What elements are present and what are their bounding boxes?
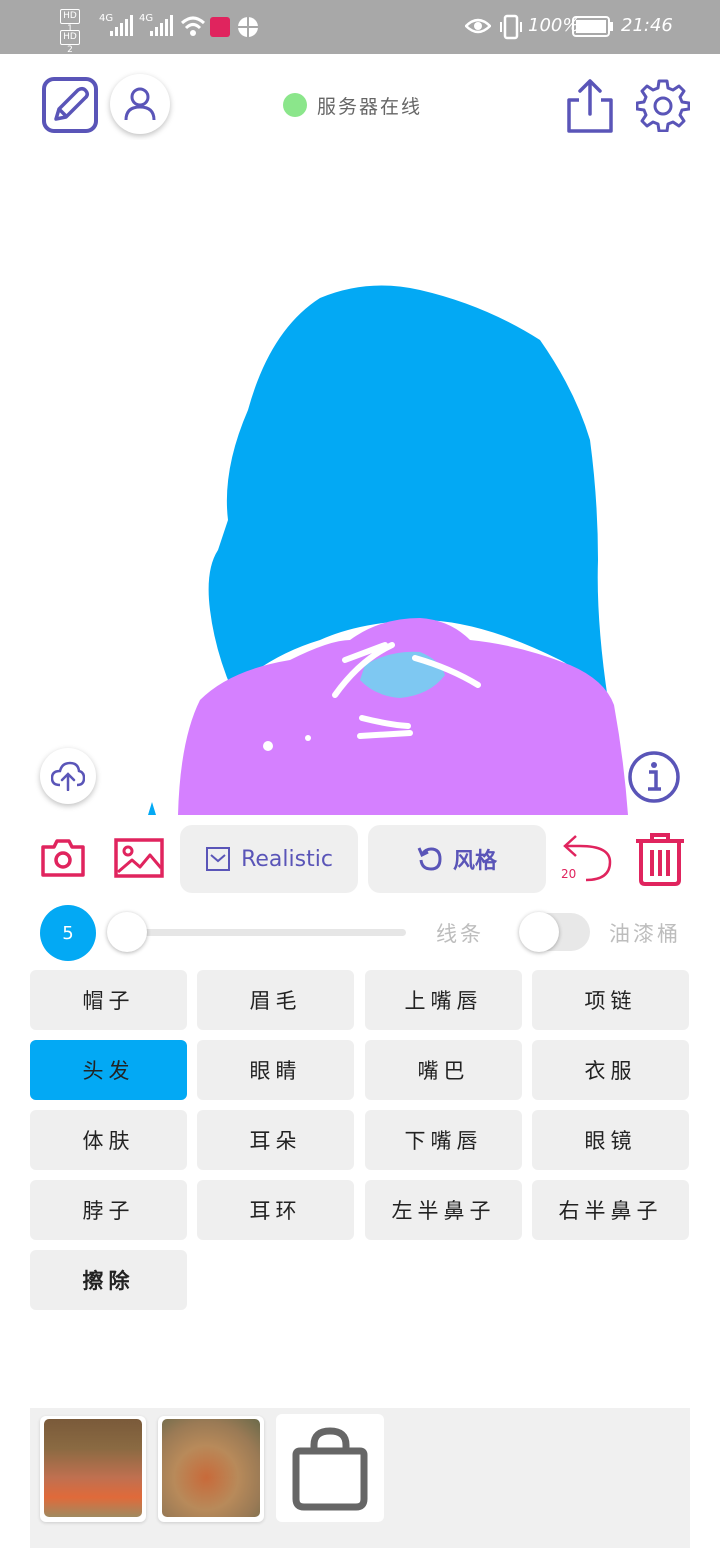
label-necklace[interactable]: 项链 (532, 970, 689, 1030)
segmentation-drawing (148, 285, 628, 815)
trash-icon (636, 833, 684, 886)
label-clothes[interactable]: 衣服 (532, 1040, 689, 1100)
label-neck[interactable]: 脖子 (30, 1180, 187, 1240)
settings-button[interactable] (636, 78, 690, 132)
camera-icon (41, 839, 85, 877)
fill-mode-toggle-thumb[interactable] (519, 912, 559, 952)
battery-icon (572, 16, 613, 37)
edit-button[interactable] (40, 75, 100, 135)
sim2-label: HD 2 (60, 30, 80, 55)
info-button[interactable] (627, 750, 681, 804)
vibrate-icon (500, 14, 522, 40)
brush-size-indicator: 5 (40, 905, 96, 961)
profile-button[interactable] (110, 74, 170, 134)
realistic-button[interactable]: Realistic (180, 825, 358, 893)
server-status: 服务器在线 (283, 92, 422, 118)
realistic-label: Realistic (241, 846, 333, 872)
sim1-label: HD 1 (60, 9, 80, 34)
label-ears[interactable]: 耳朵 (197, 1110, 354, 1170)
shop-button[interactable] (276, 1414, 384, 1522)
label-right-nose[interactable]: 右半鼻子 (532, 1180, 689, 1240)
style-button[interactable]: 风格 (368, 825, 546, 893)
share-icon (567, 79, 613, 133)
label-skin[interactable]: 体肤 (30, 1110, 187, 1170)
style-label: 风格 (452, 849, 497, 874)
upload-button[interactable] (40, 748, 96, 804)
clock: 21:46 (621, 15, 673, 36)
result-thumbnail[interactable] (158, 1416, 264, 1522)
label-eyebrows[interactable]: 眉毛 (197, 970, 354, 1030)
label-upper-lip[interactable]: 上嘴唇 (365, 970, 522, 1030)
wifi-icon (180, 16, 206, 36)
label-glasses[interactable]: 眼镜 (532, 1110, 689, 1170)
bag-icon (292, 1427, 368, 1511)
status-bar: HD 1 HD 2 4G 4G 100% 21:46 (0, 0, 720, 55)
settings-icon (636, 79, 690, 132)
edit-icon (42, 77, 98, 133)
label-eyes[interactable]: 眼睛 (197, 1040, 354, 1100)
signal1-icon (110, 15, 133, 36)
label-hat[interactable]: 帽子 (30, 970, 187, 1030)
label-erase[interactable]: 擦除 (30, 1250, 187, 1310)
upload-cloud-icon (51, 761, 85, 791)
thumbnail-image (44, 1419, 142, 1517)
undo-button[interactable]: 20 (560, 834, 614, 884)
label-left-nose[interactable]: 左半鼻子 (365, 1180, 522, 1240)
label-hair[interactable]: 头发 (30, 1040, 187, 1100)
signal2-icon (150, 15, 173, 36)
browser-app-icon (238, 17, 258, 37)
label-earrings[interactable]: 耳环 (197, 1180, 354, 1240)
label-lower-lip[interactable]: 下嘴唇 (365, 1110, 522, 1170)
refresh-icon (417, 847, 442, 871)
server-status-dot (283, 93, 307, 117)
eye-icon (465, 18, 491, 34)
brush-size-slider-thumb[interactable] (107, 912, 147, 952)
image-icon (114, 838, 164, 878)
info-icon (628, 751, 680, 803)
bucket-mode-label: 油漆桶 (609, 922, 681, 946)
label-mouth[interactable]: 嘴巴 (365, 1040, 522, 1100)
delete-button[interactable] (634, 832, 686, 886)
user-icon (124, 87, 156, 121)
line-mode-label: 线条 (436, 922, 484, 946)
undo-count: 20 (561, 867, 577, 881)
server-status-label: 服务器在线 (317, 95, 423, 118)
camera-button[interactable] (40, 838, 86, 878)
book-app-icon (210, 17, 230, 37)
gallery-button[interactable] (114, 838, 164, 878)
drawing-canvas[interactable] (0, 140, 720, 815)
brush-size-slider[interactable] (126, 929, 406, 936)
result-thumbnail[interactable] (40, 1416, 146, 1522)
checkbox-icon (206, 847, 231, 871)
thumbnail-image (162, 1419, 260, 1517)
share-button[interactable] (565, 78, 615, 134)
